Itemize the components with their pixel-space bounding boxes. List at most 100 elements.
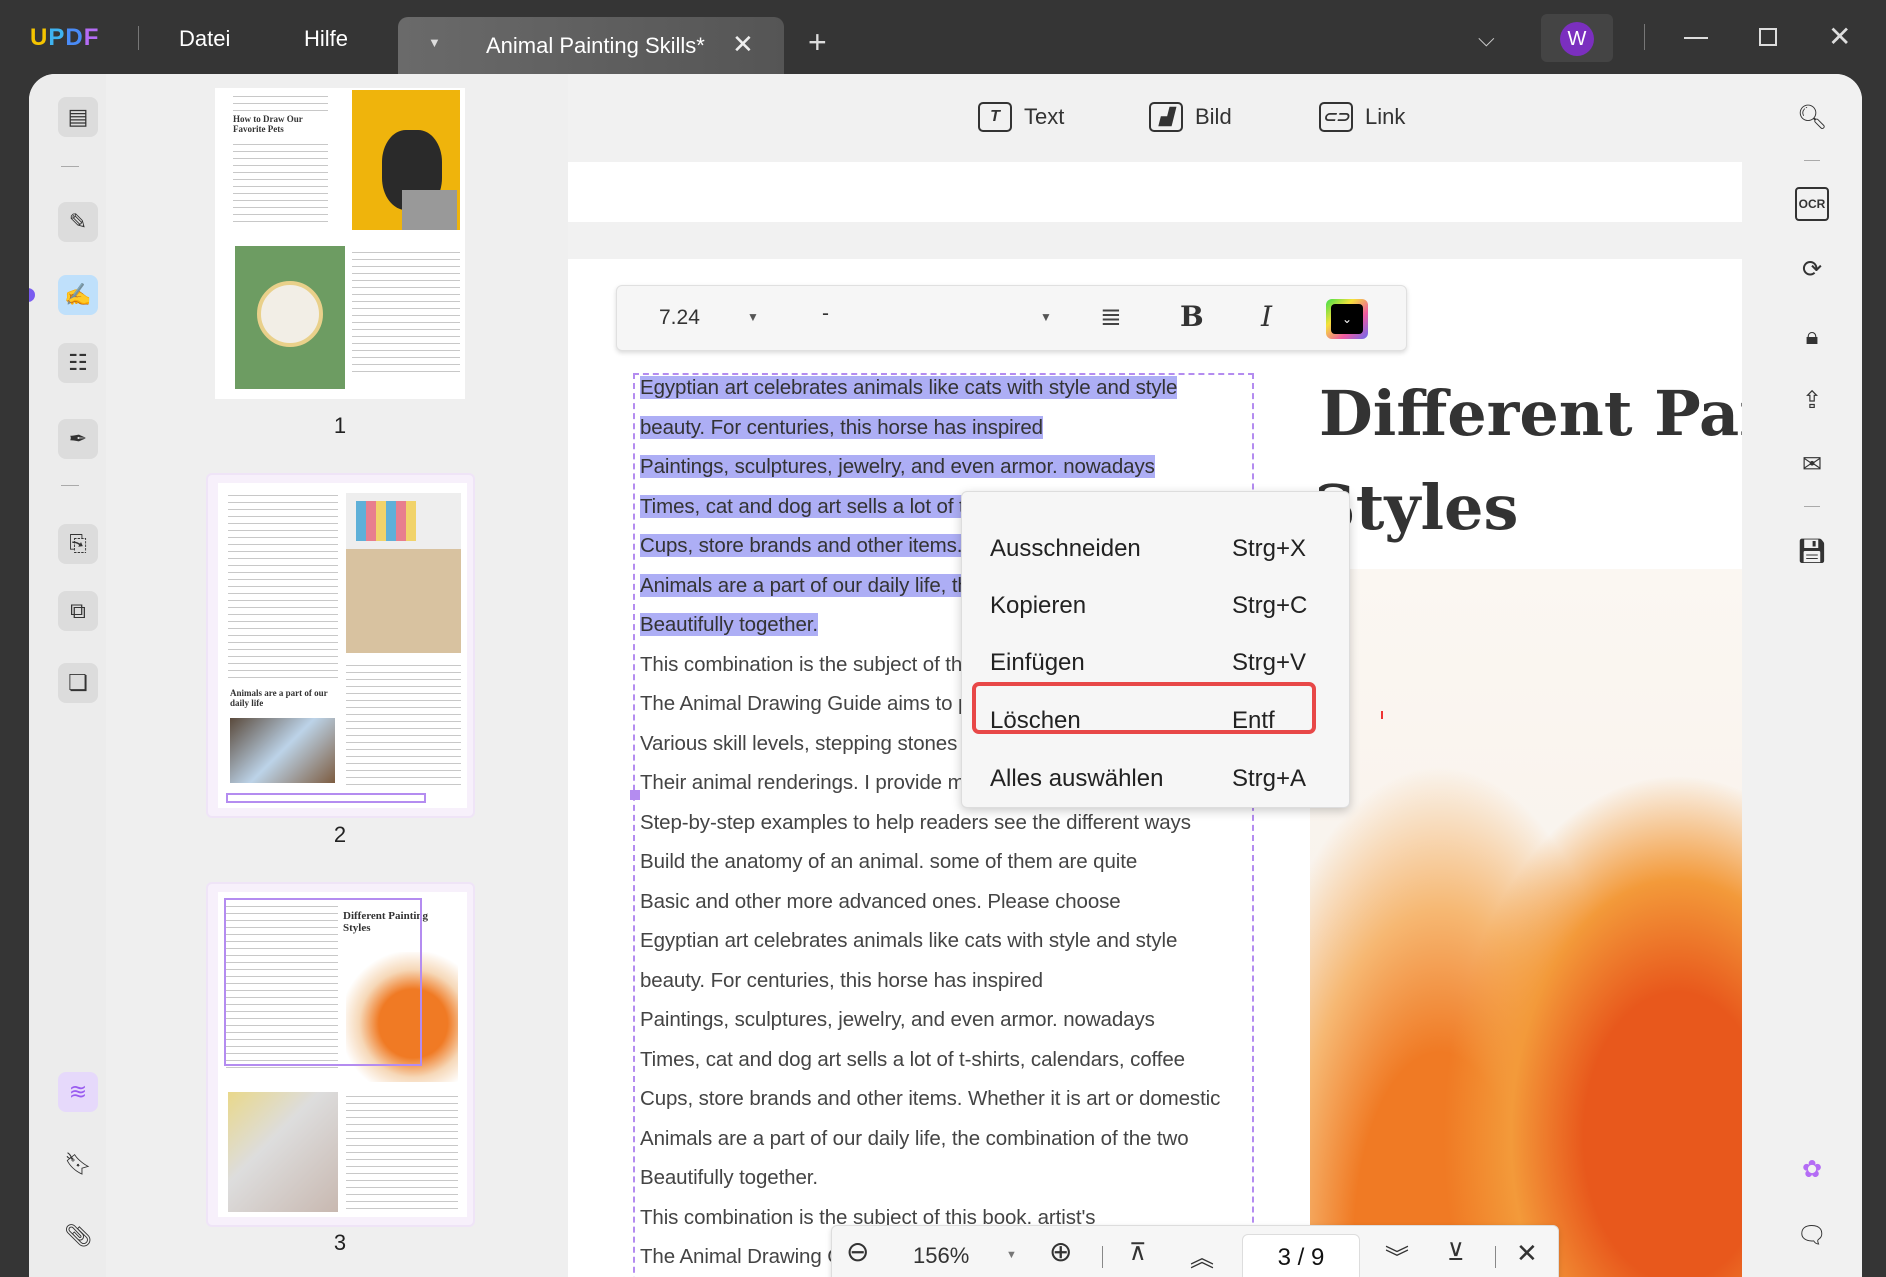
tab-dropdown-icon[interactable]: ▼ bbox=[428, 35, 441, 50]
pdf-page: Egyptian art celebrates animals like cat… bbox=[568, 259, 1742, 1277]
link-icon: ⊂⊃ bbox=[1319, 102, 1353, 132]
thumbnail-page-1[interactable]: How to Draw Our Favorite Pets bbox=[215, 88, 465, 399]
text-line[interactable]: Cups, store brands and other items. Whet… bbox=[640, 1085, 1220, 1112]
close-window-icon[interactable]: ✕ bbox=[1828, 20, 1851, 53]
avatar-button[interactable]: W bbox=[1541, 14, 1613, 62]
page-number-input[interactable]: 3 / 9 bbox=[1242, 1234, 1360, 1277]
thumbnail-page-2[interactable]: Animals are a part of our daily life bbox=[206, 473, 475, 818]
tab-close-icon[interactable]: ✕ bbox=[732, 29, 754, 60]
sign-icon[interactable]: ✒ bbox=[58, 419, 98, 459]
font-size-select[interactable]: 7.24 bbox=[659, 306, 700, 330]
save-icon[interactable]: 💾︎ bbox=[1795, 534, 1829, 568]
bold-icon[interactable]: B bbox=[1180, 300, 1204, 333]
add-text-button[interactable]: T Text bbox=[978, 102, 1064, 132]
reader-icon[interactable]: ▤ bbox=[58, 97, 98, 137]
thumbnail-title: How to Draw Our Favorite Pets bbox=[233, 114, 303, 134]
current-page: 3 bbox=[1277, 1244, 1291, 1271]
previous-page-icon[interactable]: ︽ bbox=[1190, 1238, 1214, 1273]
font-family-select[interactable]: - bbox=[822, 302, 829, 326]
text-line[interactable]: Build the anatomy of an animal. some of … bbox=[640, 848, 1137, 875]
zoom-in-icon[interactable]: ⊕ bbox=[1049, 1235, 1072, 1268]
divider bbox=[1495, 1246, 1496, 1268]
ocr-icon[interactable]: OCR bbox=[1795, 187, 1829, 221]
menu-item-einfügen[interactable]: Einfügen Strg+V bbox=[990, 649, 1330, 677]
zoom-level-select[interactable]: 156% bbox=[913, 1243, 969, 1269]
organize-pages-icon[interactable]: ⎘ bbox=[58, 524, 98, 564]
edit-pdf-icon[interactable]: ✍ bbox=[58, 275, 98, 315]
comment-icon[interactable]: 🗨︎ bbox=[1795, 1218, 1829, 1252]
font-family-dropdown-icon[interactable]: ▼ bbox=[1040, 310, 1052, 324]
menu-item-alles-auswählen[interactable]: Alles auswählen Strg+A bbox=[990, 765, 1330, 793]
email-icon[interactable]: ✉ bbox=[1795, 447, 1829, 481]
zoom-out-icon[interactable]: ⊖ bbox=[846, 1235, 869, 1268]
convert-icon[interactable]: ⟳ bbox=[1795, 252, 1829, 286]
add-link-label: Link bbox=[1365, 104, 1406, 129]
text-line[interactable]: beauty. For centuries, this horse has in… bbox=[640, 967, 1043, 994]
crop-icon[interactable]: ⧉ bbox=[58, 591, 98, 631]
close-nav-icon[interactable]: ✕ bbox=[1516, 1238, 1538, 1269]
add-link-button[interactable]: ⊂⊃ Link bbox=[1319, 102, 1405, 132]
ai-assistant-icon[interactable]: ✿ bbox=[1795, 1152, 1829, 1186]
thumbnail-page-3[interactable]: Different Painting Styles bbox=[206, 882, 475, 1227]
last-page-icon[interactable]: ⊻ bbox=[1447, 1238, 1465, 1267]
text-line[interactable]: Times, cat and dog art sells a lot of t-… bbox=[640, 1046, 1185, 1073]
color-dropdown-icon: ⌄ bbox=[1331, 304, 1363, 334]
font-size-dropdown-icon[interactable]: ▼ bbox=[747, 310, 759, 324]
divider bbox=[1804, 160, 1820, 161]
compare-icon[interactable]: ❏ bbox=[58, 663, 98, 703]
menu-item-label: Ausschneiden bbox=[990, 535, 1141, 562]
page-number-label: 2 bbox=[333, 822, 347, 847]
italic-icon[interactable]: I bbox=[1261, 300, 1272, 333]
menu-item-ausschneiden[interactable]: Ausschneiden Strg+X bbox=[990, 535, 1330, 563]
divider bbox=[61, 166, 79, 167]
text-line[interactable]: Animals are a part of our daily life, th… bbox=[640, 1125, 1189, 1152]
menu-hilfe[interactable]: Hilfe bbox=[304, 26, 348, 52]
search-icon[interactable]: 🔍︎ bbox=[1795, 100, 1829, 134]
menu-item-löschen[interactable]: Löschen Entf bbox=[990, 707, 1330, 735]
menu-item-kopieren[interactable]: Kopieren Strg+C bbox=[990, 592, 1330, 620]
text-color-picker[interactable]: ⌄ bbox=[1326, 299, 1368, 339]
text-line-content: Times, cat and dog art sells a lot of t-… bbox=[640, 1047, 1185, 1071]
text-line[interactable]: Beautifully together. bbox=[640, 1164, 818, 1191]
text-line[interactable]: Basic and other more advanced ones. Plea… bbox=[640, 888, 1121, 915]
text-line[interactable]: Egyptian art celebrates animals like cat… bbox=[640, 927, 1177, 954]
text-line[interactable]: Beautifully together. bbox=[640, 611, 818, 638]
form-icon[interactable]: ☷ bbox=[58, 343, 98, 383]
updf-logo: UPDF bbox=[30, 24, 100, 51]
attachment-icon[interactable]: 📎︎ bbox=[58, 1216, 98, 1256]
menu-item-label: Löschen bbox=[990, 707, 1081, 734]
menu-datei[interactable]: Datei bbox=[179, 26, 230, 52]
text-line[interactable]: Step-by-step examples to help readers se… bbox=[640, 809, 1191, 836]
text-line-content: Paintings, sculptures, jewelry, and even… bbox=[640, 1008, 1155, 1031]
text-line[interactable]: beauty. For centuries, this horse has in… bbox=[640, 414, 1043, 441]
tab-title: Animal Painting Skills* bbox=[486, 33, 705, 58]
divider bbox=[1102, 1246, 1103, 1268]
new-tab-icon[interactable]: + bbox=[808, 24, 827, 61]
document-tab[interactable]: ▼ Animal Painting Skills* ✕ bbox=[398, 17, 784, 75]
maximize-icon[interactable] bbox=[1759, 28, 1777, 46]
first-page-icon[interactable]: ⊼ bbox=[1129, 1238, 1147, 1267]
layers-icon[interactable]: ≋ bbox=[58, 1072, 98, 1112]
chevron-down-icon[interactable]: ⌵ bbox=[1478, 26, 1495, 52]
app-panel: ▤ ✎ ✍ ☷ ✒ ⎘ ⧉ ❏ ≋ 🔖︎ 📎︎ How to Draw Our … bbox=[29, 74, 1862, 1277]
text-line-content: Build the anatomy of an animal. some of … bbox=[640, 850, 1138, 873]
text-line-content: beauty. For centuries, this horse has in… bbox=[640, 415, 1043, 439]
divider bbox=[1644, 24, 1645, 50]
next-page-icon[interactable]: ︾ bbox=[1385, 1238, 1409, 1273]
zoom-dropdown-icon[interactable]: ▼ bbox=[1006, 1249, 1017, 1261]
minimize-icon[interactable] bbox=[1684, 37, 1708, 39]
text-line[interactable]: Egyptian art celebrates animals like cat… bbox=[640, 374, 1177, 401]
protect-icon[interactable]: 🔒︎ bbox=[1795, 320, 1829, 354]
highlighter-icon[interactable]: ✎ bbox=[58, 202, 98, 242]
bookmark-icon[interactable]: 🔖︎ bbox=[58, 1144, 98, 1184]
text-line[interactable]: Paintings, sculptures, jewelry, and even… bbox=[640, 453, 1155, 480]
pug-image bbox=[352, 90, 460, 230]
add-image-button[interactable]: ▟ Bild bbox=[1149, 102, 1232, 132]
share-icon[interactable]: ⇪ bbox=[1795, 383, 1829, 417]
context-menu: Ausschneiden Strg+X Kopieren Strg+C Einfügen… bbox=[961, 491, 1350, 808]
resize-handle-left[interactable] bbox=[630, 790, 640, 800]
painting-image bbox=[230, 718, 335, 783]
text-line[interactable]: Paintings, sculptures, jewelry, and even… bbox=[640, 1006, 1155, 1033]
align-left-icon[interactable]: ≣ bbox=[1100, 301, 1122, 332]
text-line-content: beauty. For centuries, this horse has in… bbox=[640, 968, 1043, 992]
